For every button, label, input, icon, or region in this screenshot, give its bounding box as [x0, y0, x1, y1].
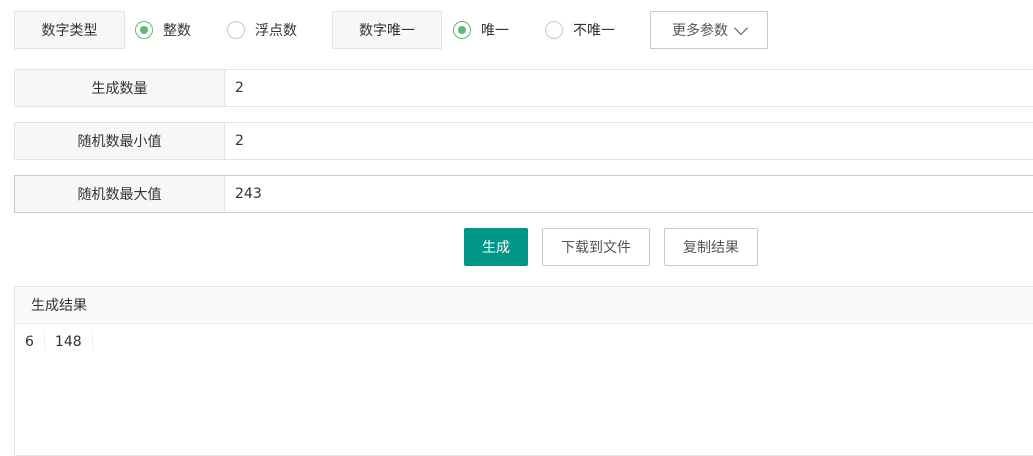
radio-float[interactable]: 浮点数 [227, 11, 297, 49]
number-type-label: 数字类型 [14, 11, 125, 49]
more-params-button[interactable]: 更多参数 [650, 11, 768, 49]
radio-float-label: 浮点数 [255, 23, 297, 39]
radio-unchecked-icon [227, 21, 245, 39]
radio-unique-label: 唯一 [481, 23, 509, 39]
result-value[interactable]: 6 [25, 333, 45, 351]
count-label: 生成数量 [15, 70, 225, 106]
unique-label-text: 数字唯一 [359, 23, 415, 39]
radio-checked-icon [135, 21, 153, 39]
result-title: 生成结果 [15, 287, 1033, 324]
max-row: 随机数最大值 [14, 175, 1033, 213]
download-button[interactable]: 下载到文件 [542, 228, 650, 266]
more-params-label: 更多参数 [672, 23, 728, 39]
radio-unique[interactable]: 唯一 [453, 11, 509, 49]
max-input[interactable] [225, 176, 1033, 212]
chevron-down-icon [733, 20, 749, 35]
radio-checked-icon [453, 21, 471, 39]
radio-integer[interactable]: 整数 [135, 11, 191, 49]
unique-label: 数字唯一 [332, 11, 442, 49]
result-value[interactable]: 148 [55, 333, 93, 351]
min-input[interactable] [225, 123, 1033, 159]
max-label: 随机数最大值 [15, 176, 225, 212]
min-row: 随机数最小值 [14, 122, 1033, 160]
radio-unchecked-icon [545, 21, 563, 39]
count-input[interactable] [225, 70, 1033, 106]
copy-result-button[interactable]: 复制结果 [664, 228, 758, 266]
result-panel: 生成结果 6 148 [14, 286, 1033, 456]
radio-not-unique[interactable]: 不唯一 [545, 11, 615, 49]
radio-not-unique-label: 不唯一 [573, 23, 615, 39]
number-type-label-text: 数字类型 [41, 23, 98, 39]
result-list: 6 148 [15, 324, 1033, 360]
radio-integer-label: 整数 [163, 23, 191, 39]
count-row: 生成数量 [14, 69, 1033, 107]
generate-button[interactable]: 生成 [464, 228, 528, 266]
min-label: 随机数最小值 [15, 123, 225, 159]
